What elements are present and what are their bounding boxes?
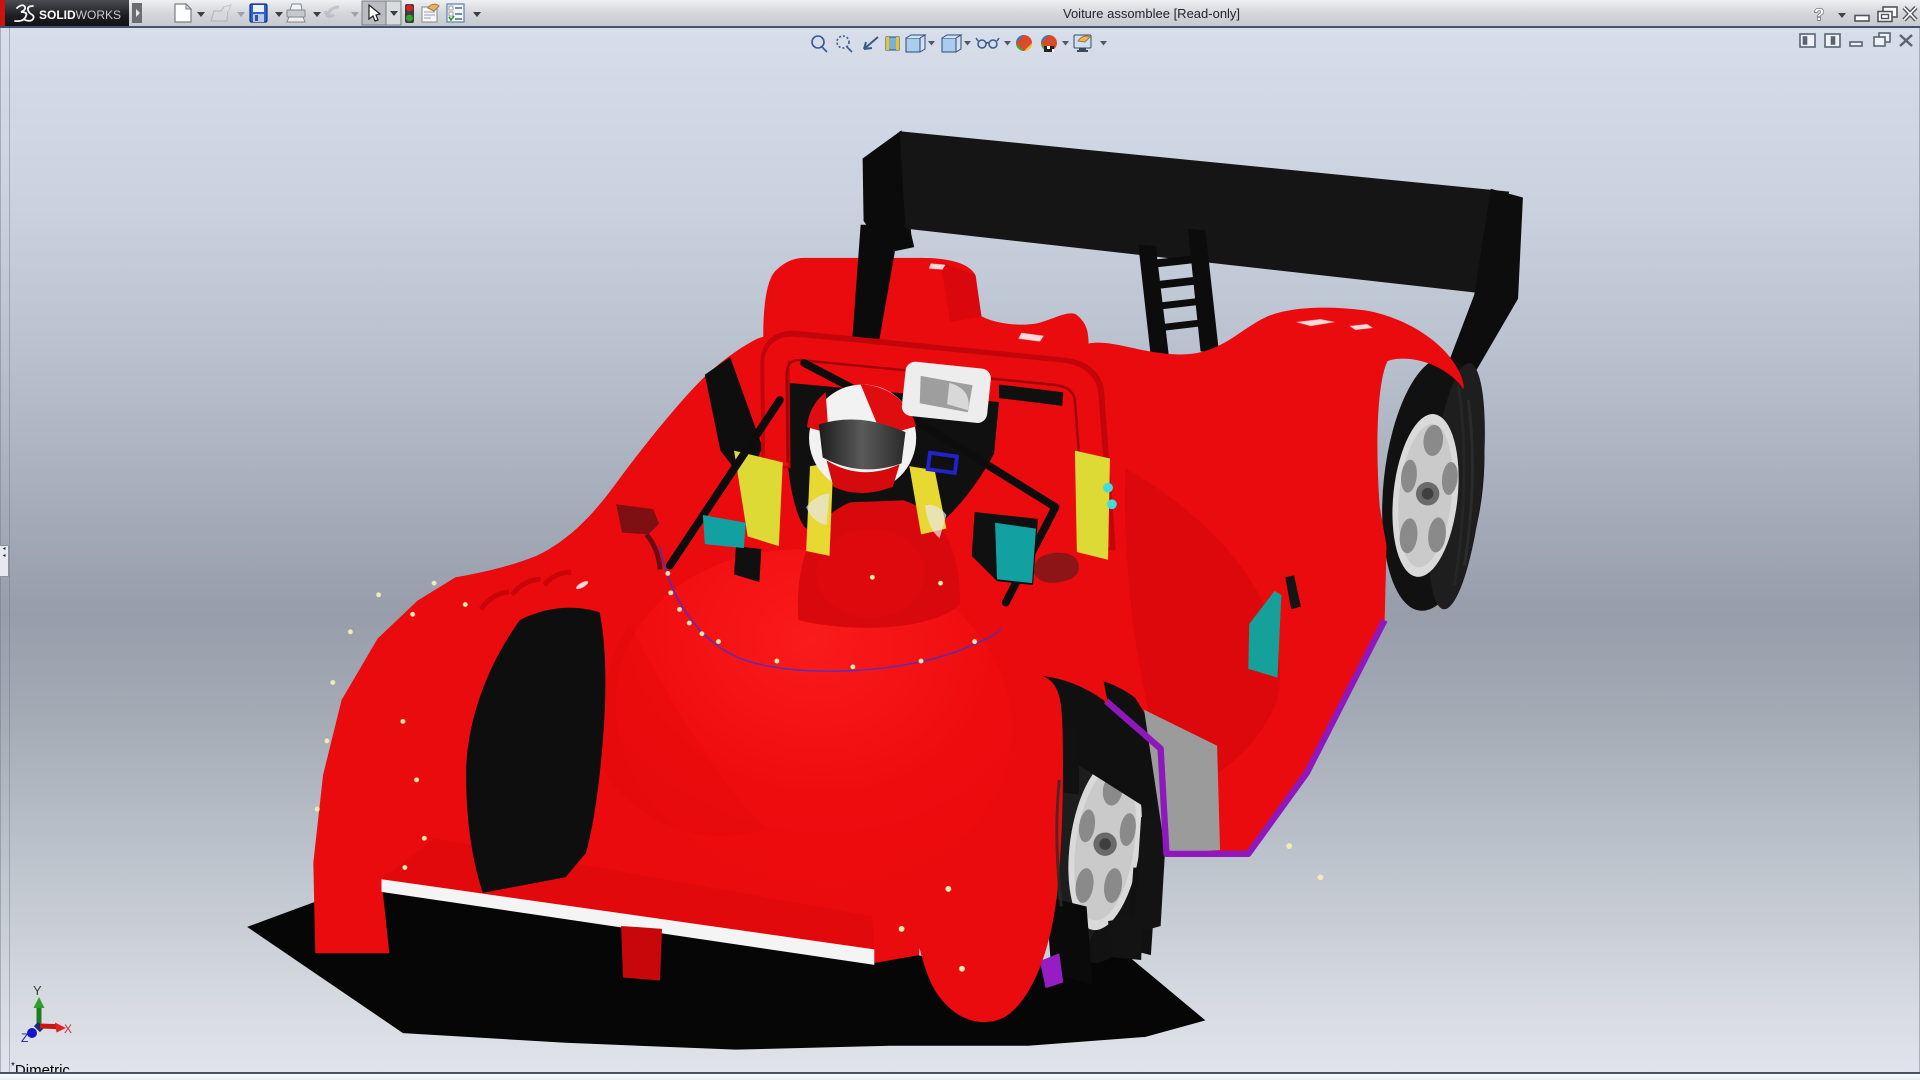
svg-text:Y: Y xyxy=(33,983,42,998)
svg-text:SOLIDWORKS: SOLIDWORKS xyxy=(39,8,121,22)
svg-text:Z: Z xyxy=(21,1031,28,1045)
svg-text:X: X xyxy=(64,1022,72,1036)
svg-text:?: ? xyxy=(1814,5,1824,24)
